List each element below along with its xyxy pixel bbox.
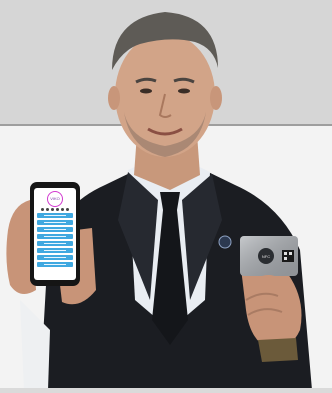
- social-icon: [51, 208, 54, 211]
- card-nfc-label: NFC: [262, 254, 270, 259]
- bottom-border: [0, 388, 332, 393]
- phone-social-icons: [34, 208, 76, 211]
- phone-logo-text: VIKO: [50, 196, 60, 201]
- lapel-pin-icon: [218, 235, 232, 249]
- phone-link-button: [37, 213, 73, 218]
- phone-link-button: [37, 262, 73, 267]
- phone-link-button: [37, 227, 73, 232]
- phone-link-button: [37, 241, 73, 246]
- photo-scene: NFC VIKO: [0, 0, 332, 393]
- phone-link-button: [37, 220, 73, 225]
- qr-code-icon: [282, 250, 294, 262]
- phone-link-button: [37, 234, 73, 239]
- social-icon: [41, 208, 44, 211]
- phone-logo: VIKO: [47, 191, 63, 207]
- phone-link-button: [37, 255, 73, 260]
- social-icon: [46, 208, 49, 211]
- social-icon: [56, 208, 59, 211]
- social-icon: [66, 208, 69, 211]
- phone-link-button: [37, 248, 73, 253]
- phone-screen: VIKO: [34, 188, 76, 280]
- social-icon: [61, 208, 64, 211]
